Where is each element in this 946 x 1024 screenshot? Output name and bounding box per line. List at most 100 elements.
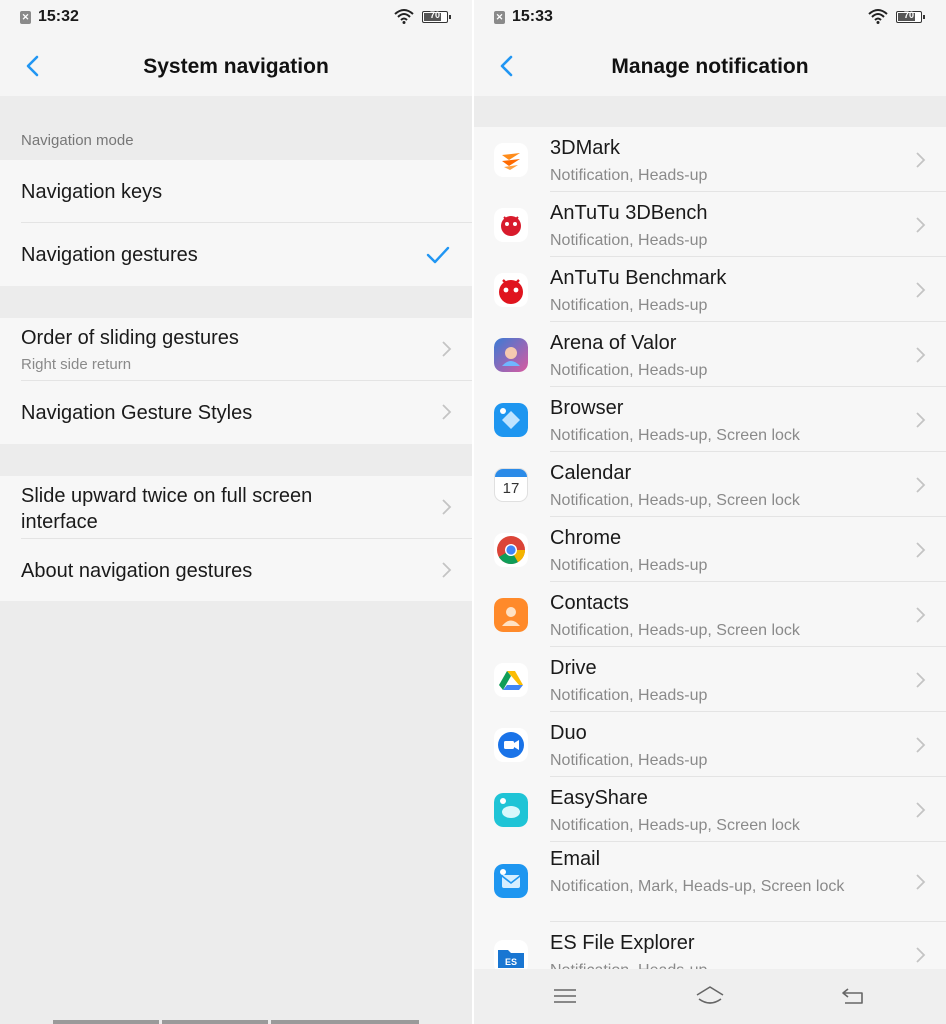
chevron-right-icon [916, 874, 926, 890]
app-notification-types: Notification, Heads-up, Screen lock [550, 817, 800, 834]
app-name: AnTuTu Benchmark [550, 267, 727, 289]
app-item-browser[interactable]: Browser Notification, Heads-up, Screen l… [474, 387, 946, 452]
more-settings-card: Slide upward twice on full screen interf… [0, 476, 472, 601]
wifi-icon [868, 9, 888, 24]
app-item-3dmark[interactable]: 3DMark Notification, Heads-up [474, 127, 946, 192]
navigation-gesture-styles-item[interactable]: Navigation Gesture Styles [0, 381, 472, 444]
item-sublabel: Right side return [21, 356, 132, 373]
chevron-right-icon [916, 672, 926, 688]
item-label: Slide upward twice on full screen interf… [21, 485, 313, 533]
battery-icon: 70 [422, 10, 451, 23]
app-name: Calendar [550, 462, 632, 484]
chevron-right-icon [916, 282, 926, 298]
status-bar: ✕ 15:33 70 [474, 0, 946, 36]
browser-icon [494, 403, 528, 437]
app-item-es-file-explorer[interactable]: ES ES File Explorer Notification, Heads-… [474, 922, 946, 969]
slide-upward-twice-item[interactable]: Slide upward twice on full screen interf… [0, 476, 472, 539]
chevron-right-icon [916, 737, 926, 753]
option-navigation-keys[interactable]: Navigation keys [0, 160, 472, 223]
checkmark-icon [426, 246, 450, 264]
status-bar: ✕ 15:32 70 [0, 0, 472, 36]
easyshare-icon [494, 793, 528, 827]
chevron-right-icon [442, 562, 452, 578]
menu-icon[interactable] [550, 983, 580, 1009]
es-file-explorer-icon: ES [494, 940, 528, 969]
app-name: ES File Explorer [550, 932, 695, 954]
app-notification-types: Notification, Heads-up [550, 297, 708, 314]
title-bar: Manage notification [474, 36, 946, 96]
chevron-right-icon [916, 347, 926, 363]
notification-indicator-icon: ✕ [20, 11, 31, 24]
app-name: Contacts [550, 592, 629, 614]
contacts-icon [494, 598, 528, 632]
app-item-chrome[interactable]: Chrome Notification, Heads-up [474, 517, 946, 582]
chevron-right-icon [916, 477, 926, 493]
antutu-benchmark-icon [494, 273, 528, 307]
gesture-bar-segment[interactable] [162, 1020, 268, 1024]
chevron-right-icon [442, 341, 452, 357]
chevron-right-icon [916, 947, 926, 963]
home-icon[interactable] [695, 983, 725, 1009]
navigation-bar [474, 969, 946, 1024]
antutu-3dbench-icon [494, 208, 528, 242]
order-of-sliding-gestures-item[interactable]: Order of sliding gestures Right side ret… [0, 318, 472, 381]
back-nav-icon[interactable] [838, 983, 868, 1009]
option-label: Navigation gestures [21, 244, 198, 266]
app-item-calendar[interactable]: 17 Calendar Notification, Heads-up, Scre… [474, 452, 946, 517]
page-title: System navigation [143, 55, 329, 78]
option-label: Navigation keys [21, 181, 163, 203]
app-name: 3DMark [550, 137, 621, 159]
chevron-right-icon [916, 542, 926, 558]
app-notification-types: Notification, Heads-up [550, 167, 708, 184]
app-name: EasyShare [550, 787, 648, 809]
app-notification-types: Notification, Heads-up [550, 232, 708, 249]
app-name: Chrome [550, 527, 622, 549]
option-navigation-gestures[interactable]: Navigation gestures [0, 223, 472, 286]
gesture-bar-segment[interactable] [53, 1020, 159, 1024]
app-name: Browser [550, 397, 624, 419]
svg-text:ES: ES [505, 957, 517, 967]
app-item-antutu-benchmark[interactable]: AnTuTu Benchmark Notification, Heads-up [474, 257, 946, 322]
chevron-right-icon [442, 499, 452, 515]
about-navigation-gestures-item[interactable]: About navigation gestures [0, 539, 472, 601]
chevron-right-icon [916, 607, 926, 623]
chevron-right-icon [916, 217, 926, 233]
status-time: 15:32 [38, 8, 79, 25]
chevron-right-icon [442, 404, 452, 420]
app-notification-types: Notification, Mark, Heads-up, Screen loc… [550, 878, 845, 895]
app-name: AnTuTu 3DBench [550, 202, 708, 224]
chevron-right-icon [916, 802, 926, 818]
app-notification-list[interactable]: 3DMark Notification, Heads-up AnTuTu 3DB… [474, 127, 946, 969]
app-name: Email [550, 848, 601, 870]
calendar-icon-date: 17 [502, 480, 520, 497]
navigation-mode-card: Navigation keys Navigation gestures [0, 160, 472, 286]
app-item-contacts[interactable]: Contacts Notification, Heads-up, Screen … [474, 582, 946, 647]
app-name: Duo [550, 722, 587, 744]
battery-level: 70 [429, 10, 440, 20]
app-item-arena-of-valor[interactable]: Arena of Valor Notification, Heads-up [474, 322, 946, 387]
calendar-icon: 17 [494, 468, 528, 502]
notification-indicator-icon: ✕ [494, 11, 505, 24]
manage-notification-screen: ✕ 15:33 70 Manage notification 3DMark No… [474, 0, 946, 1024]
app-item-easyshare[interactable]: EasyShare Notification, Heads-up, Screen… [474, 777, 946, 842]
app-name: Drive [550, 657, 597, 679]
arena-of-valor-icon [494, 338, 528, 372]
battery-icon: 70 [896, 10, 925, 23]
battery-level: 70 [903, 10, 914, 20]
title-bar: System navigation [0, 36, 472, 96]
chrome-icon [494, 533, 528, 567]
app-notification-types: Notification, Heads-up [550, 687, 708, 704]
app-item-antutu-3dbench[interactable]: AnTuTu 3DBench Notification, Heads-up [474, 192, 946, 257]
3dmark-icon [494, 143, 528, 177]
duo-icon [494, 728, 528, 762]
gesture-bar-segment[interactable] [271, 1020, 419, 1024]
drive-icon [494, 663, 528, 697]
gesture-settings-card: Order of sliding gestures Right side ret… [0, 318, 472, 444]
app-item-duo[interactable]: Duo Notification, Heads-up [474, 712, 946, 777]
wifi-icon [394, 9, 414, 24]
app-notification-types: Notification, Heads-up [550, 362, 708, 379]
app-notification-types: Notification, Heads-up, Screen lock [550, 492, 800, 509]
app-item-email[interactable]: Email Notification, Mark, Heads-up, Scre… [474, 842, 946, 922]
app-notification-types: Notification, Heads-up, Screen lock [550, 427, 800, 444]
app-item-drive[interactable]: Drive Notification, Heads-up [474, 647, 946, 712]
